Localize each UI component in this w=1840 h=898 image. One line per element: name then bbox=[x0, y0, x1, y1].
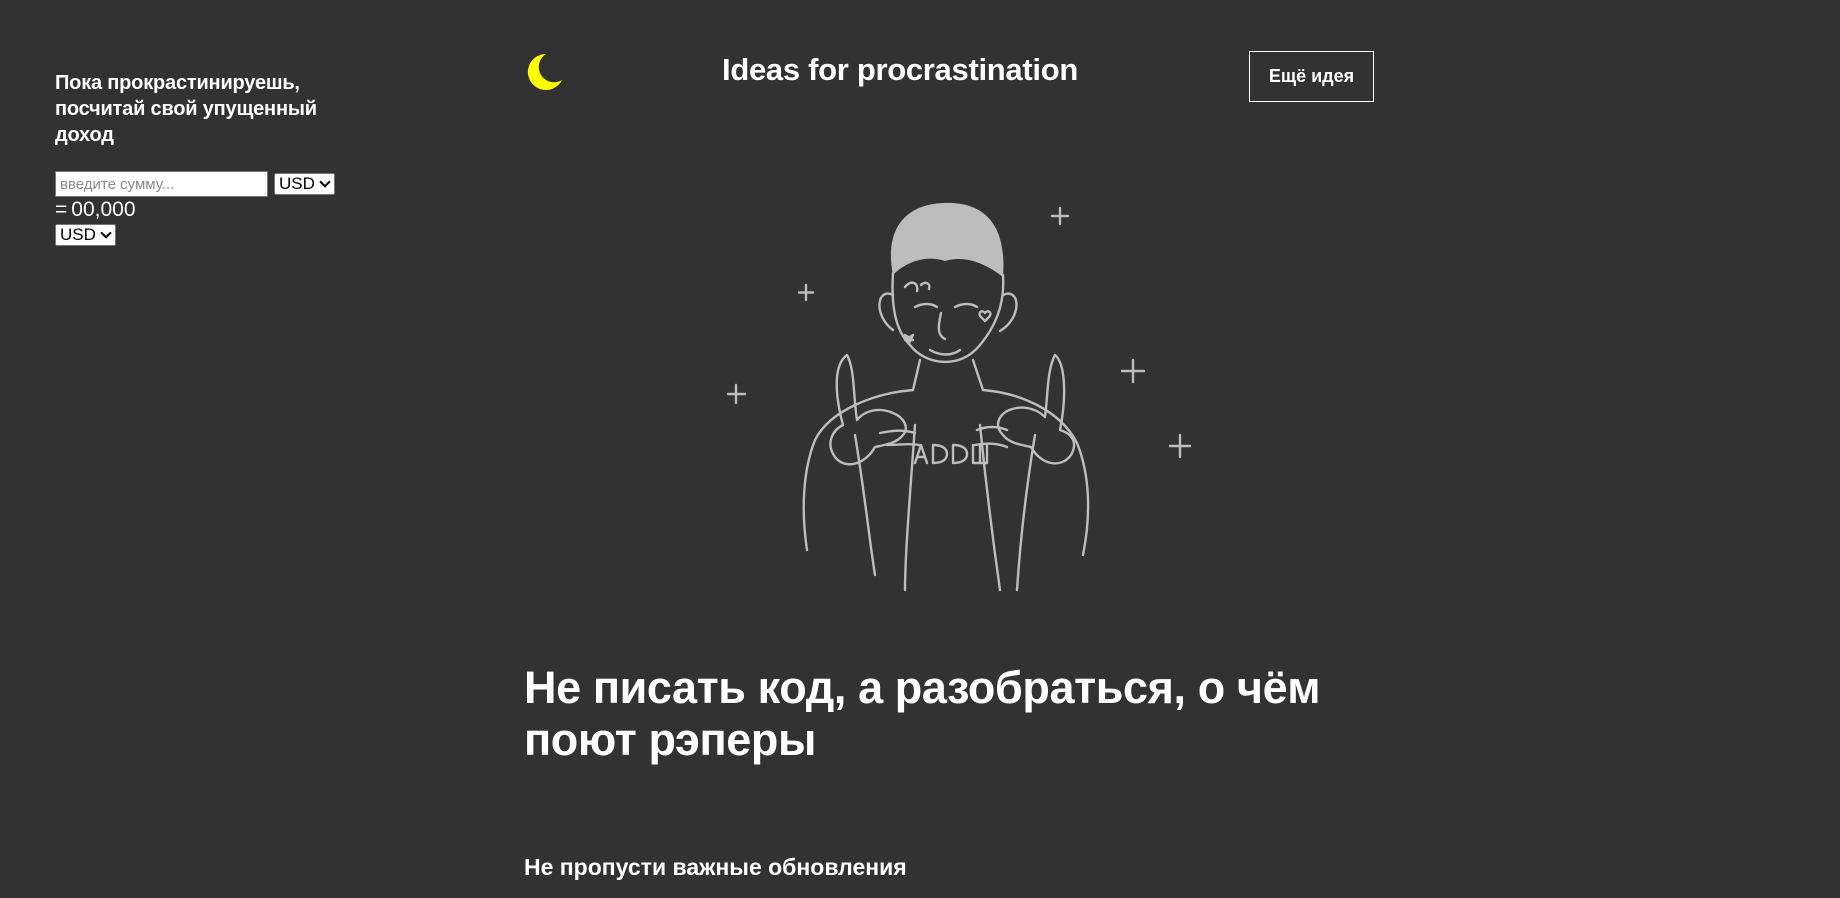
updates-heading: Не пропусти важные обновления bbox=[524, 854, 907, 880]
left-hand bbox=[829, 353, 907, 466]
hair bbox=[890, 202, 1004, 277]
from-currency-value: USD bbox=[279, 174, 315, 193]
more-idea-button[interactable]: Ещё идея bbox=[1249, 51, 1374, 102]
moon-icon[interactable] bbox=[524, 52, 564, 92]
calculator-title: Пока прокрастинируешь, посчитай свой упу… bbox=[55, 72, 317, 146]
to-currency-select[interactable]: USD bbox=[55, 224, 116, 246]
from-currency-select[interactable]: USD bbox=[274, 173, 335, 195]
calculator-target-row: USD bbox=[55, 224, 355, 246]
amount-input[interactable] bbox=[55, 171, 268, 197]
right-hand bbox=[996, 353, 1076, 465]
idea-text: Не писать код, а разобраться, о чём поют… bbox=[524, 662, 1321, 765]
result-value: 00,000 bbox=[71, 198, 136, 221]
calculator-input-row: USD bbox=[55, 170, 355, 198]
rapper-illustration bbox=[726, 202, 1192, 592]
to-currency-value: USD bbox=[60, 225, 96, 244]
income-calculator: Пока прокрастинируешь, посчитай свой упу… bbox=[55, 70, 355, 246]
chevron-down-icon bbox=[319, 175, 331, 188]
chevron-down-icon bbox=[100, 226, 112, 239]
face bbox=[891, 271, 1005, 364]
result-equals: = bbox=[55, 198, 68, 221]
calculator-result: = 00,000 bbox=[55, 198, 355, 222]
site-title: Ideas for procrastination bbox=[722, 52, 1078, 87]
